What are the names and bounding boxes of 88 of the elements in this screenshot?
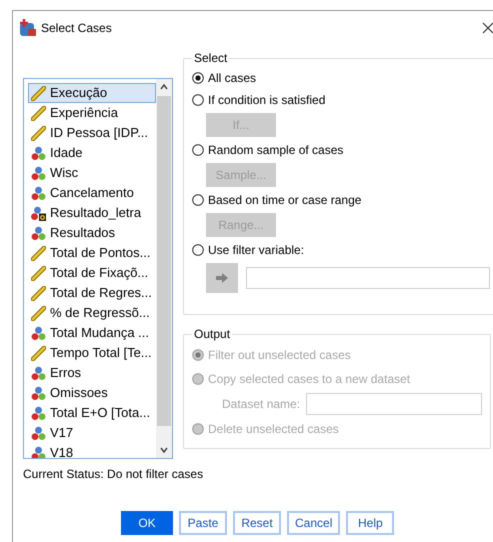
group-title: Select xyxy=(193,50,228,67)
variable-label: Tempo Total [Te... xyxy=(50,344,152,362)
variable-label: Idade xyxy=(50,144,83,162)
variable-item[interactable]: Total E+O [Tota... xyxy=(28,403,156,423)
variable-item[interactable]: Execução xyxy=(28,83,156,103)
radio-label: Random sample of cases xyxy=(208,142,344,159)
radio-label: Copy selected cases to a new dataset xyxy=(208,371,410,388)
dialog-button[interactable]: OK xyxy=(121,511,173,535)
variable-label: Total de Pontos... xyxy=(50,244,150,262)
radio-button[interactable] xyxy=(192,244,204,256)
variable-label: ID Pessoa [IDP... xyxy=(50,124,148,142)
radio-label: Filter out unselected cases xyxy=(208,347,351,364)
radio-label: If condition is satisfied xyxy=(208,92,326,109)
variable-label: Resultados xyxy=(50,224,116,242)
variable-label: Total E+O [Tota... xyxy=(50,404,150,422)
nominal-icon xyxy=(31,426,46,440)
variable-label: Cancelamento xyxy=(50,184,134,202)
ruler-icon xyxy=(31,246,46,260)
arrow-icon xyxy=(216,273,228,283)
window-title: Select Cases xyxy=(41,20,112,37)
ruler-icon xyxy=(31,306,46,320)
scroll-up-icon[interactable] xyxy=(159,82,169,92)
radio-button[interactable] xyxy=(192,94,204,106)
dialog-button[interactable]: Help xyxy=(346,511,394,535)
dialog-button[interactable]: Cancel xyxy=(287,511,340,535)
variable-item[interactable]: Total de Fixaçõ... xyxy=(28,263,156,283)
nominal-icon xyxy=(31,166,46,180)
variable-label: V17 xyxy=(50,424,74,442)
close-icon[interactable] xyxy=(482,22,493,34)
variable-label: V18 xyxy=(50,444,74,458)
variable-label: Erros xyxy=(50,364,82,382)
variable-item[interactable]: Total Mudança ... xyxy=(28,323,156,343)
dialog-button[interactable]: Paste xyxy=(179,511,227,535)
scrollbar-thumb[interactable] xyxy=(157,96,171,426)
variable-item[interactable]: Omissoes xyxy=(28,383,156,403)
scroll-down-icon[interactable] xyxy=(159,445,169,455)
app-icon xyxy=(19,19,37,37)
radio-label: Delete unselected cases xyxy=(208,421,339,438)
nominal-icon xyxy=(31,186,46,200)
nominal-icon xyxy=(31,226,46,240)
variable-item[interactable]: Cancelamento xyxy=(28,183,156,203)
variable-item[interactable]: Tempo Total [Te... xyxy=(28,343,156,363)
ruler-icon xyxy=(31,106,46,120)
ruler-icon xyxy=(31,86,46,100)
variable-label: Total Mudança ... xyxy=(50,324,149,342)
filter-variable-field[interactable] xyxy=(246,267,490,289)
variable-label: Total de Regres... xyxy=(50,284,152,302)
ruler-icon xyxy=(31,266,46,280)
radio-label: All cases xyxy=(208,70,256,87)
ruler-icon xyxy=(31,286,46,300)
nominal-icon xyxy=(31,406,46,420)
radio-label: Based on time or case range xyxy=(208,192,362,209)
variable-label: Wisc xyxy=(50,164,78,182)
radio-label: Use filter variable: xyxy=(208,242,304,259)
variable-label: Omissoes xyxy=(50,384,108,402)
variable-item[interactable]: V18 xyxy=(28,443,156,458)
variable-label: Experiência xyxy=(50,104,118,122)
variable-item[interactable]: Resultado_letra xyxy=(28,203,156,223)
ruler-icon xyxy=(31,126,46,140)
variable-item[interactable]: % de Regressõ... xyxy=(28,303,156,323)
radio-button[interactable] xyxy=(192,194,204,206)
dialog-button[interactable]: Reset xyxy=(233,511,281,535)
radio-button[interactable] xyxy=(192,144,204,156)
variable-label: Execução xyxy=(50,84,108,102)
variable-item[interactable]: ID Pessoa [IDP... xyxy=(28,123,156,143)
ruler-icon xyxy=(31,346,46,360)
variable-label: Resultado_letra xyxy=(50,204,142,222)
scrollbar[interactable] xyxy=(156,79,172,458)
variable-item[interactable]: Total de Pontos... xyxy=(28,243,156,263)
group-title: Output xyxy=(193,326,232,343)
variable-item[interactable]: Total de Regres... xyxy=(28,283,156,303)
nominal-icon xyxy=(31,326,46,340)
radio-selected[interactable] xyxy=(192,72,204,84)
variable-item[interactable]: Resultados xyxy=(28,223,156,243)
status-text: Current Status: Do not filter cases xyxy=(23,466,204,483)
variable-label: Total de Fixaçõ... xyxy=(50,264,148,282)
variable-item[interactable]: Erros xyxy=(28,363,156,383)
nominal-icon xyxy=(31,386,46,400)
nominal-icon xyxy=(31,146,46,160)
variable-item[interactable]: V17 xyxy=(28,423,156,443)
variable-item[interactable]: Wisc xyxy=(28,163,156,183)
nominal-icon xyxy=(31,366,46,380)
nominal-icon xyxy=(31,446,46,458)
variable-item[interactable]: Idade xyxy=(28,143,156,163)
variable-item[interactable]: Experiência xyxy=(28,103,156,123)
variable-label: % de Regressõ... xyxy=(50,304,150,322)
field-label: Dataset name: xyxy=(222,396,300,413)
nominal-string-icon xyxy=(31,206,46,220)
